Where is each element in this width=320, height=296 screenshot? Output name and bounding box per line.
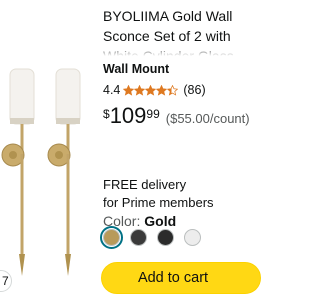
star-icon [145, 84, 157, 96]
price-currency: $ [103, 107, 110, 121]
delivery-line2: for Prime members [103, 195, 214, 210]
color-swatches [100, 226, 211, 249]
delivery-info: FREE delivery for Prime members [103, 176, 247, 212]
star-icon [167, 84, 179, 96]
color-selector-label: Color: Gold [103, 213, 176, 229]
color-label: Color: [103, 213, 141, 229]
rating-row[interactable]: 4.4 (86) [103, 83, 206, 97]
color-swatch[interactable] [130, 229, 147, 246]
add-to-cart-button[interactable]: Add to cart [101, 262, 261, 294]
color-swatch[interactable] [100, 226, 123, 249]
color-swatch[interactable] [184, 229, 201, 246]
price-fraction: 99 [146, 107, 160, 121]
delivery-line1: FREE delivery [103, 177, 187, 192]
unit-price: ($55.00/count) [165, 111, 250, 126]
star-rating-icon [123, 84, 179, 96]
star-icon [134, 84, 146, 96]
mount-label: Wall Mount [103, 62, 170, 76]
title-fade [103, 44, 251, 60]
price: $ 109 99 ($55.00/count) [103, 104, 250, 128]
review-count[interactable]: (86) [183, 83, 205, 97]
color-value: Gold [144, 213, 177, 229]
product-image[interactable]: 7 [0, 0, 100, 296]
star-icon [123, 84, 135, 96]
star-icon [156, 84, 168, 96]
price-whole: 109 [109, 103, 147, 128]
add-to-cart-label: Add to cart [137, 270, 209, 286]
rating-value: 4.4 [103, 83, 121, 97]
color-swatch[interactable] [157, 229, 174, 246]
wall-sconce-illustration [1, 68, 81, 276]
share-icon: 7 [2, 274, 9, 288]
